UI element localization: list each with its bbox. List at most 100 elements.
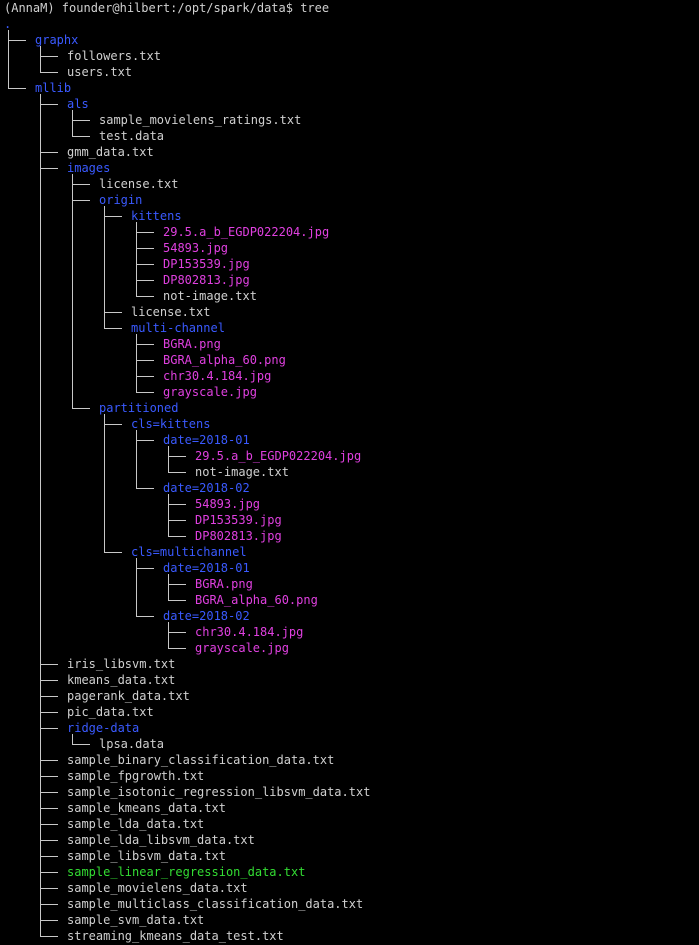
tree-directory: partitioned: [99, 401, 179, 415]
tree-connector-vertical: [40, 104, 41, 153]
tree-connector-horizontal: [168, 504, 186, 505]
tree-connector-horizontal: [40, 72, 58, 73]
tree-file: lpsa.data: [99, 737, 165, 751]
tree-connector-vertical: [168, 584, 169, 601]
tree-directory: date=2018-02: [163, 481, 250, 495]
tree-connector-horizontal: [40, 840, 58, 841]
tree-file: not-image.txt: [195, 465, 289, 479]
tree-connector-horizontal: [72, 120, 90, 121]
tree-file: 29.5.a_b_EGDP022204.jpg: [163, 225, 330, 239]
tree-connector-horizontal: [168, 648, 186, 649]
tree-directory: date=2018-01: [163, 561, 250, 575]
tree-file: sample_linear_regression_data.txt: [67, 865, 306, 879]
tree-connector-vertical: [136, 344, 137, 361]
tree-connector-vertical: [40, 56, 41, 73]
tree-connector-vertical: [136, 360, 137, 377]
tree-file: grayscale.jpg: [195, 641, 289, 655]
tree-file: 54893.jpg: [163, 241, 229, 255]
tree-connector-horizontal: [104, 424, 122, 425]
tree-directory: kittens: [131, 209, 182, 223]
tree-connector-vertical: [40, 152, 41, 169]
tree-connector-horizontal: [136, 376, 154, 377]
tree-directory: graphx: [35, 33, 79, 47]
tree-connector-horizontal: [72, 136, 90, 137]
tree-connector-vertical: [40, 872, 41, 889]
tree-directory: origin: [99, 193, 143, 207]
tree-connector-vertical: [136, 264, 137, 281]
tree-connector-horizontal: [136, 392, 154, 393]
tree-file: sample_fpgrowth.txt: [67, 769, 205, 783]
tree-file: sample_binary_classification_data.txt: [67, 753, 335, 767]
tree-connector-horizontal: [168, 456, 186, 457]
tree-connector-vertical: [40, 696, 41, 713]
tree-file: sample_libsvm_data.txt: [67, 849, 226, 863]
tree-connector-vertical: [40, 168, 41, 665]
tree-connector-vertical: [40, 792, 41, 809]
tree-connector-horizontal: [40, 904, 58, 905]
tree-connector-vertical: [40, 840, 41, 857]
tree-connector-horizontal: [40, 104, 58, 105]
tree-connector-horizontal: [104, 552, 122, 553]
tree-connector-horizontal: [40, 888, 58, 889]
tree-connector-horizontal: [72, 744, 90, 745]
tree-connector-vertical: [168, 456, 169, 473]
tree-connector-vertical: [40, 904, 41, 921]
tree-connector-vertical: [40, 824, 41, 841]
tree-directory: cls=multichannel: [131, 545, 247, 559]
tree-connector-horizontal: [136, 488, 154, 489]
tree-connector-vertical: [136, 248, 137, 265]
tree-connector-horizontal: [168, 632, 186, 633]
tree-connector-horizontal: [40, 168, 58, 169]
tree-file: followers.txt: [67, 49, 161, 63]
tree-connector-horizontal: [40, 936, 58, 937]
tree-directory: date=2018-01: [163, 433, 250, 447]
tree-connector-vertical: [40, 680, 41, 697]
tree-file: DP802813.jpg: [163, 273, 250, 287]
tree-connector-horizontal: [40, 760, 58, 761]
tree-connector-horizontal: [136, 264, 154, 265]
tree-file: DP802813.jpg: [195, 529, 282, 543]
tree-connector-vertical: [136, 376, 137, 393]
tree-directory: images: [67, 161, 111, 175]
tree-connector-horizontal: [136, 440, 154, 441]
tree-connector-horizontal: [168, 472, 186, 473]
tree-connector-vertical: [40, 776, 41, 793]
tree-directory: ridge-data: [67, 721, 140, 735]
tree-connector-horizontal: [136, 248, 154, 249]
tree-connector-vertical: [136, 568, 137, 617]
tree-file: BGRA_alpha_60.png: [195, 593, 318, 607]
tree-connector-vertical: [72, 184, 73, 201]
tree-connector-horizontal: [40, 792, 58, 793]
tree-connector-horizontal: [168, 520, 186, 521]
tree-connector-horizontal: [104, 312, 122, 313]
tree-directory: date=2018-02: [163, 609, 250, 623]
tree-connector-horizontal: [40, 824, 58, 825]
tree-connector-horizontal: [40, 920, 58, 921]
tree-file: sample_movielens_ratings.txt: [99, 113, 302, 127]
tree-connector-horizontal: [40, 680, 58, 681]
tree-connector-vertical: [40, 760, 41, 777]
tree-connector-vertical: [40, 808, 41, 825]
tree-file: streaming_kmeans_data_test.txt: [67, 929, 284, 943]
tree-connector-horizontal: [72, 200, 90, 201]
tree-file: sample_lda_data.txt: [67, 817, 205, 831]
terminal-window[interactable]: (AnnaM) founder@hilbert:/opt/spark/data$…: [0, 0, 699, 945]
tree-connector-horizontal: [40, 712, 58, 713]
tree-connector-vertical: [168, 520, 169, 537]
tree-file: pic_data.txt: [67, 705, 154, 719]
tree-file: gmm_data.txt: [67, 145, 154, 159]
tree-connector-horizontal: [136, 344, 154, 345]
tree-file: test.data: [99, 129, 165, 143]
tree-connector-vertical: [136, 280, 137, 297]
tree-connector-horizontal: [40, 152, 58, 153]
tree-connector-vertical: [8, 40, 9, 89]
tree-connector-horizontal: [136, 232, 154, 233]
tree-file: pagerank_data.txt: [67, 689, 190, 703]
tree-file: sample_multiclass_classification_data.tx…: [67, 897, 364, 911]
tree-connector-horizontal: [136, 360, 154, 361]
tree-file: 54893.jpg: [195, 497, 261, 511]
tree-connector-vertical: [40, 856, 41, 873]
tree-file: sample_kmeans_data.txt: [67, 801, 226, 815]
tree-connector-horizontal: [40, 872, 58, 873]
tree-connector-horizontal: [136, 568, 154, 569]
